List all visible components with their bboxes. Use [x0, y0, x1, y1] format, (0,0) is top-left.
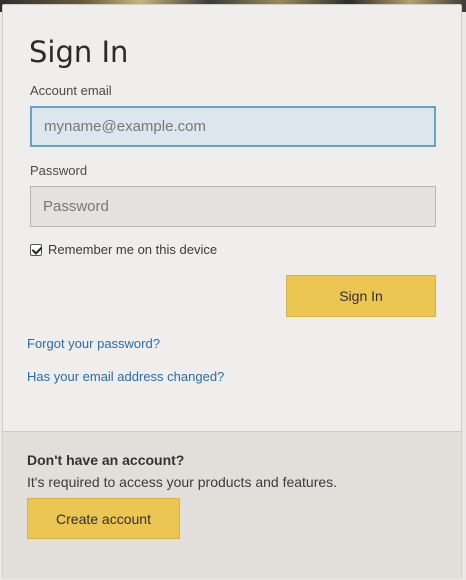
- page-title: Sign In: [29, 35, 129, 69]
- remember-me-option[interactable]: Remember me on this device: [30, 242, 217, 257]
- create-account-button[interactable]: Create account: [27, 498, 180, 539]
- email-label: Account email: [30, 83, 112, 98]
- password-field[interactable]: [30, 186, 436, 227]
- password-label: Password: [30, 163, 88, 178]
- email-changed-link[interactable]: Has your email address changed?: [27, 369, 224, 384]
- remember-me-label: Remember me on this device: [48, 242, 218, 257]
- signin-button[interactable]: Sign In: [286, 275, 436, 317]
- remember-me-checkbox[interactable]: [30, 243, 42, 256]
- signin-panel: Sign In Account email Password Remember …: [2, 4, 462, 579]
- email-field[interactable]: [30, 106, 436, 147]
- signin-form-section: Sign In Account email Password Remember …: [3, 5, 461, 431]
- account-required-text: It's required to access your products an…: [27, 474, 338, 490]
- forgot-password-link[interactable]: Forgot your password?: [27, 336, 160, 351]
- no-account-heading: Don't have an account?: [27, 452, 185, 468]
